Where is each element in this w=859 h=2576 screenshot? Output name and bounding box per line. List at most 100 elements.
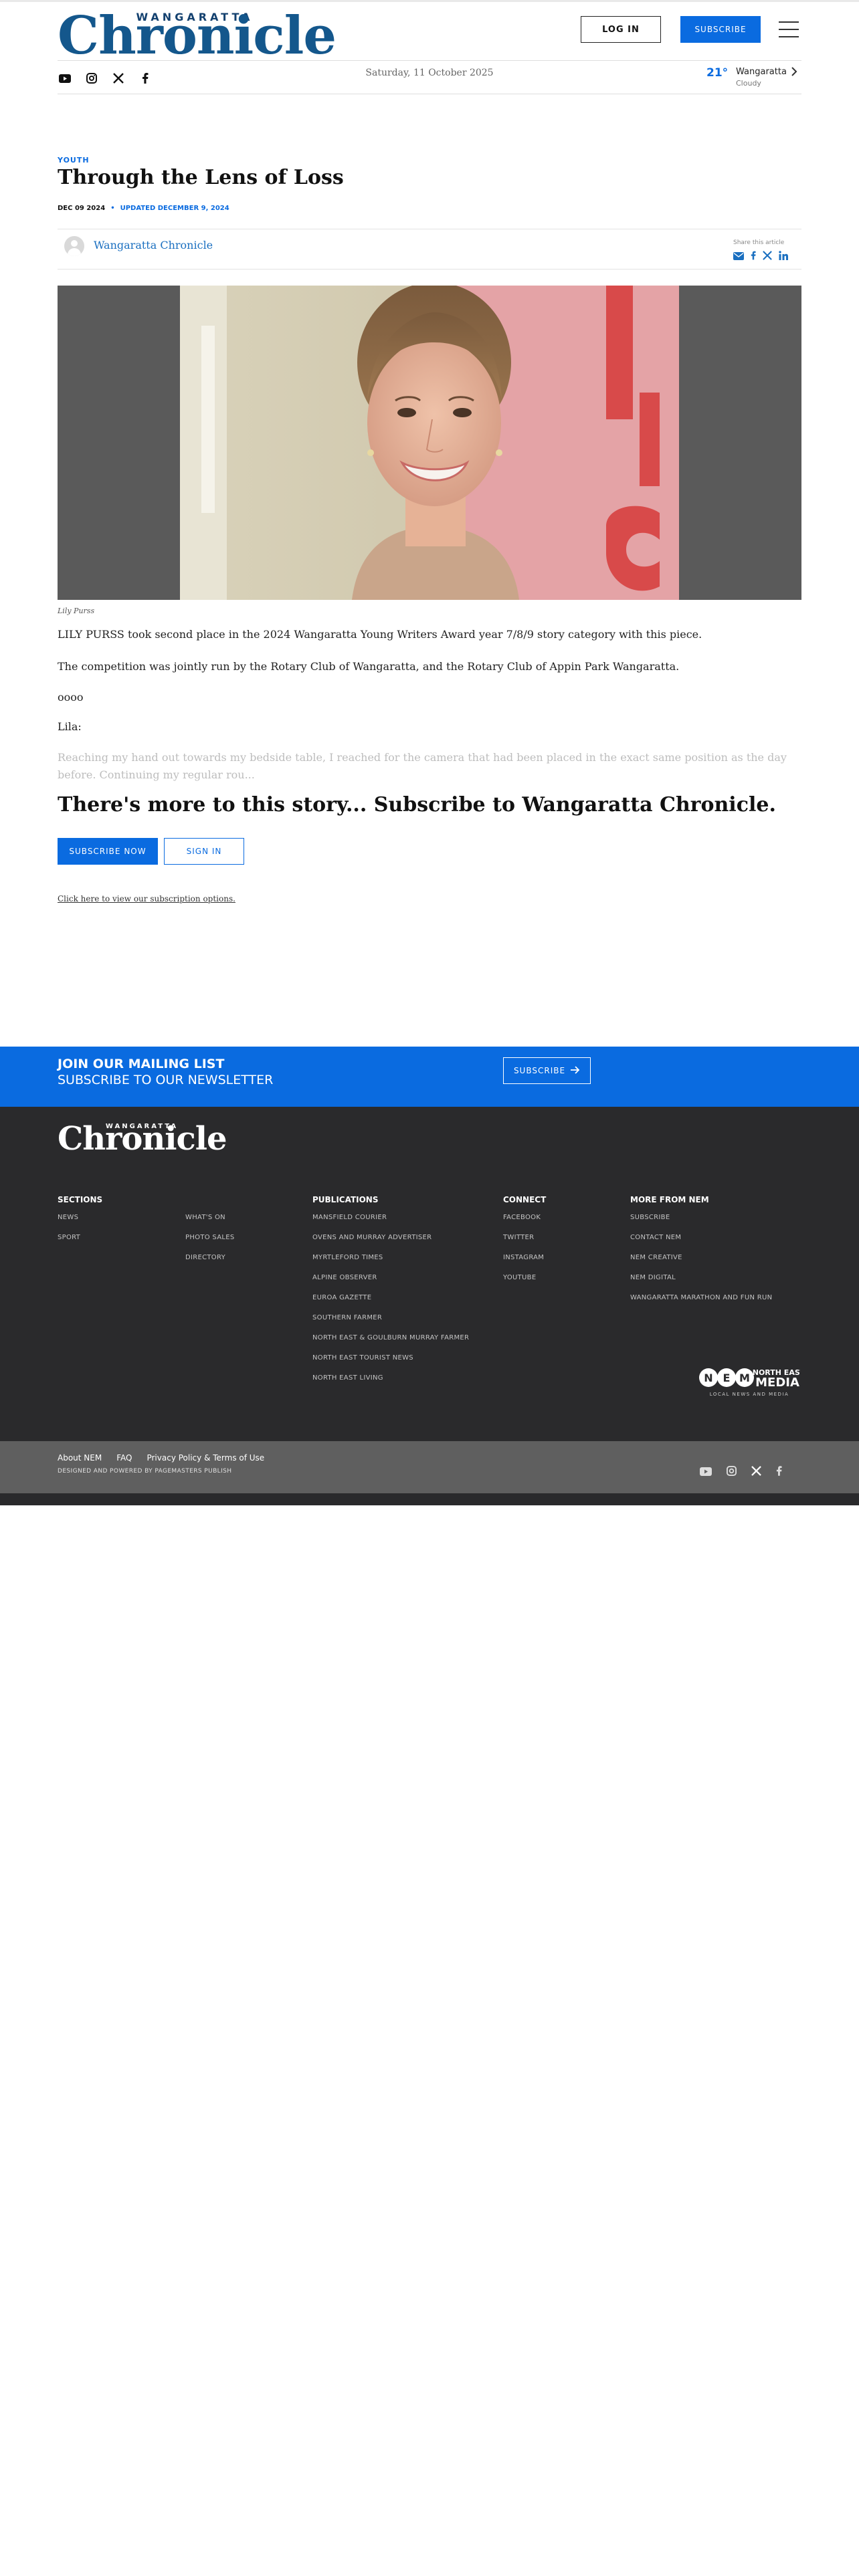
- footer-publications-col: PUBLICATIONS MANSFIELD COURIER OVENS AND…: [312, 1195, 469, 1394]
- youtube-icon[interactable]: [58, 71, 72, 86]
- article-dates: DEC 09 2024 • UPDATED DECEMBER 9, 2024: [58, 205, 229, 212]
- youtube-icon[interactable]: [700, 1466, 712, 1479]
- footer-connect-title: CONNECT: [503, 1195, 547, 1204]
- article-paragraph: Lila:: [58, 720, 82, 733]
- x-icon[interactable]: [111, 71, 126, 86]
- footer-link[interactable]: NEM CREATIVE: [630, 1254, 772, 1274]
- footer-link[interactable]: NORTH EAST TOURIST NEWS: [312, 1354, 469, 1374]
- footer-link[interactable]: CONTACT NEM: [630, 1234, 772, 1254]
- nem-letter: M: [739, 1372, 750, 1384]
- footer-link[interactable]: WANGARATTA MARATHON AND FUN RUN: [630, 1294, 772, 1314]
- footer-link[interactable]: EUROA GAZETTE: [312, 1294, 469, 1314]
- footer-link[interactable]: SUBSCRIBE: [630, 1214, 772, 1234]
- newsletter-subtitle: SUBSCRIBE TO OUR NEWSLETTER: [58, 1073, 274, 1087]
- weather-city: Wangaratta: [736, 67, 787, 77]
- paywall-title: There's more to this story... Subscribe …: [58, 793, 776, 817]
- article-paragraph-faded: Reaching my hand out towards my bedside …: [58, 751, 787, 781]
- footer-link[interactable]: NORTH EAST & GOULBURN MURRAY FARMER: [312, 1334, 469, 1354]
- footer-link[interactable]: FACEBOOK: [503, 1214, 546, 1234]
- article-hero-image[interactable]: [58, 286, 801, 600]
- footer-sections-col-2: WHAT'S ON PHOTO SALES DIRECTORY: [185, 1195, 235, 1274]
- author-name[interactable]: Wangaratta Chronicle: [94, 239, 213, 251]
- nem-tagline: LOCAL NEWS AND MEDIA: [710, 1392, 789, 1397]
- instagram-icon[interactable]: [84, 71, 99, 86]
- portrait-photo: [58, 286, 801, 600]
- newsletter-banner: JOIN OUR MAILING LIST SUBSCRIBE TO OUR N…: [0, 1047, 859, 1107]
- faq-link[interactable]: FAQ: [116, 1453, 132, 1463]
- bottom-strip: [0, 1493, 859, 1505]
- footer-social-links: [700, 1466, 782, 1479]
- current-date: Saturday, 11 October 2025: [365, 68, 494, 78]
- footer-logo[interactable]: WANGARATTA Chronicle: [58, 1120, 227, 1158]
- footer-link[interactable]: INSTAGRAM: [503, 1254, 546, 1274]
- nem-letter: N: [704, 1372, 712, 1384]
- divider: [58, 269, 801, 270]
- footer-link[interactable]: TWITTER: [503, 1234, 546, 1254]
- footer-link[interactable]: NORTH EAST LIVING: [312, 1374, 469, 1394]
- x-share-icon[interactable]: [763, 250, 772, 263]
- footer-link[interactable]: OVENS AND MURRAY ADVERTISER: [312, 1234, 469, 1254]
- facebook-icon[interactable]: [776, 1466, 782, 1479]
- weather-temp: 21°: [706, 66, 729, 80]
- subscribe-now-button[interactable]: SUBSCRIBE NOW: [58, 838, 158, 865]
- privacy-policy-link[interactable]: Privacy Policy & Terms of Use: [147, 1453, 264, 1463]
- article-paragraph: LILY PURSS took second place in the 2024…: [58, 628, 702, 641]
- masthead-logo[interactable]: WANGARATTA Chronicle: [58, 7, 337, 66]
- nem-logo[interactable]: N NORTH EAST MEDIA LOCAL NEWS AND MEDIA …: [698, 1364, 805, 1402]
- footer-bar-links: About NEM FAQ Privacy Policy & Terms of …: [58, 1453, 264, 1463]
- footer-sections-col: SECTIONS NEWS SPORT: [58, 1195, 102, 1254]
- footer-connect-col: CONNECT FACEBOOK TWITTER INSTAGRAM YOUTU…: [503, 1195, 546, 1294]
- newsletter-title: JOIN OUR MAILING LIST: [58, 1057, 225, 1071]
- article-category[interactable]: YOUTH: [58, 156, 90, 165]
- weather-condition: Cloudy: [736, 79, 761, 88]
- subscription-options-link[interactable]: Click here to view our subscription opti…: [58, 894, 235, 903]
- footer-link[interactable]: NEWS: [58, 1214, 102, 1234]
- footer-publications-title: PUBLICATIONS: [312, 1195, 379, 1204]
- top-rule: [0, 0, 859, 2]
- sign-in-button[interactable]: SIGN IN: [164, 838, 244, 865]
- footer-link[interactable]: ALPINE OBSERVER: [312, 1274, 469, 1294]
- weather-widget[interactable]: 21° Wangaratta Cloudy: [706, 66, 800, 90]
- share-widget: Share this article: [733, 239, 801, 263]
- article-paragraph: oooo: [58, 691, 84, 704]
- facebook-icon[interactable]: [138, 71, 153, 86]
- x-icon[interactable]: [751, 1466, 761, 1479]
- header-social-links: [58, 71, 153, 86]
- updated-date: UPDATED DECEMBER 9, 2024: [120, 205, 229, 212]
- author-avatar: [64, 236, 84, 256]
- about-nem-link[interactable]: About NEM: [58, 1453, 102, 1463]
- footer-more-col: MORE FROM NEM SUBSCRIBE CONTACT NEM NEM …: [630, 1195, 772, 1314]
- instagram-icon[interactable]: [727, 1466, 737, 1479]
- separator-dot: •: [110, 205, 115, 212]
- footer-link[interactable]: DIRECTORY: [185, 1254, 235, 1274]
- email-icon[interactable]: [733, 250, 744, 263]
- login-button[interactable]: LOG IN: [581, 16, 661, 43]
- chevron-right-icon: [791, 67, 797, 79]
- footer-link[interactable]: YOUTUBE: [503, 1274, 546, 1294]
- article-title: Through the Lens of Loss: [58, 166, 344, 189]
- menu-icon[interactable]: [779, 20, 799, 39]
- published-date: DEC 09 2024: [58, 205, 106, 212]
- subscribe-button[interactable]: SUBSCRIBE: [680, 16, 761, 43]
- footer-link[interactable]: SPORT: [58, 1234, 102, 1254]
- article-paragraph: The competition was jointly run by the R…: [58, 660, 680, 673]
- divider: [58, 60, 801, 61]
- newsletter-subscribe-label: SUBSCRIBE: [513, 1066, 566, 1075]
- nem-line2: MEDIA: [755, 1376, 799, 1390]
- site-footer: WANGARATTA Chronicle SECTIONS NEWS SPORT…: [0, 1107, 859, 1441]
- nem-letter: E: [723, 1372, 731, 1384]
- footer-link[interactable]: SOUTHERN FARMER: [312, 1314, 469, 1334]
- newsletter-subscribe-button[interactable]: SUBSCRIBE: [503, 1057, 591, 1084]
- footer-credit: DESIGNED AND POWERED BY PAGEMASTERS PUBL…: [58, 1468, 232, 1475]
- footer-logo-name: Chronicle: [58, 1120, 227, 1158]
- footer-link[interactable]: NEM DIGITAL: [630, 1274, 772, 1294]
- masthead-name: Chronicle: [58, 5, 337, 66]
- footer-link[interactable]: WHAT'S ON: [185, 1214, 235, 1234]
- share-label: Share this article: [733, 239, 785, 246]
- footer-link[interactable]: MANSFIELD COURIER: [312, 1214, 469, 1234]
- footer-link[interactable]: MYRTLEFORD TIMES: [312, 1254, 469, 1274]
- footer-link[interactable]: PHOTO SALES: [185, 1234, 235, 1254]
- linkedin-share-icon[interactable]: [779, 250, 788, 263]
- facebook-share-icon[interactable]: [751, 250, 756, 263]
- footer-more-title: MORE FROM NEM: [630, 1195, 709, 1204]
